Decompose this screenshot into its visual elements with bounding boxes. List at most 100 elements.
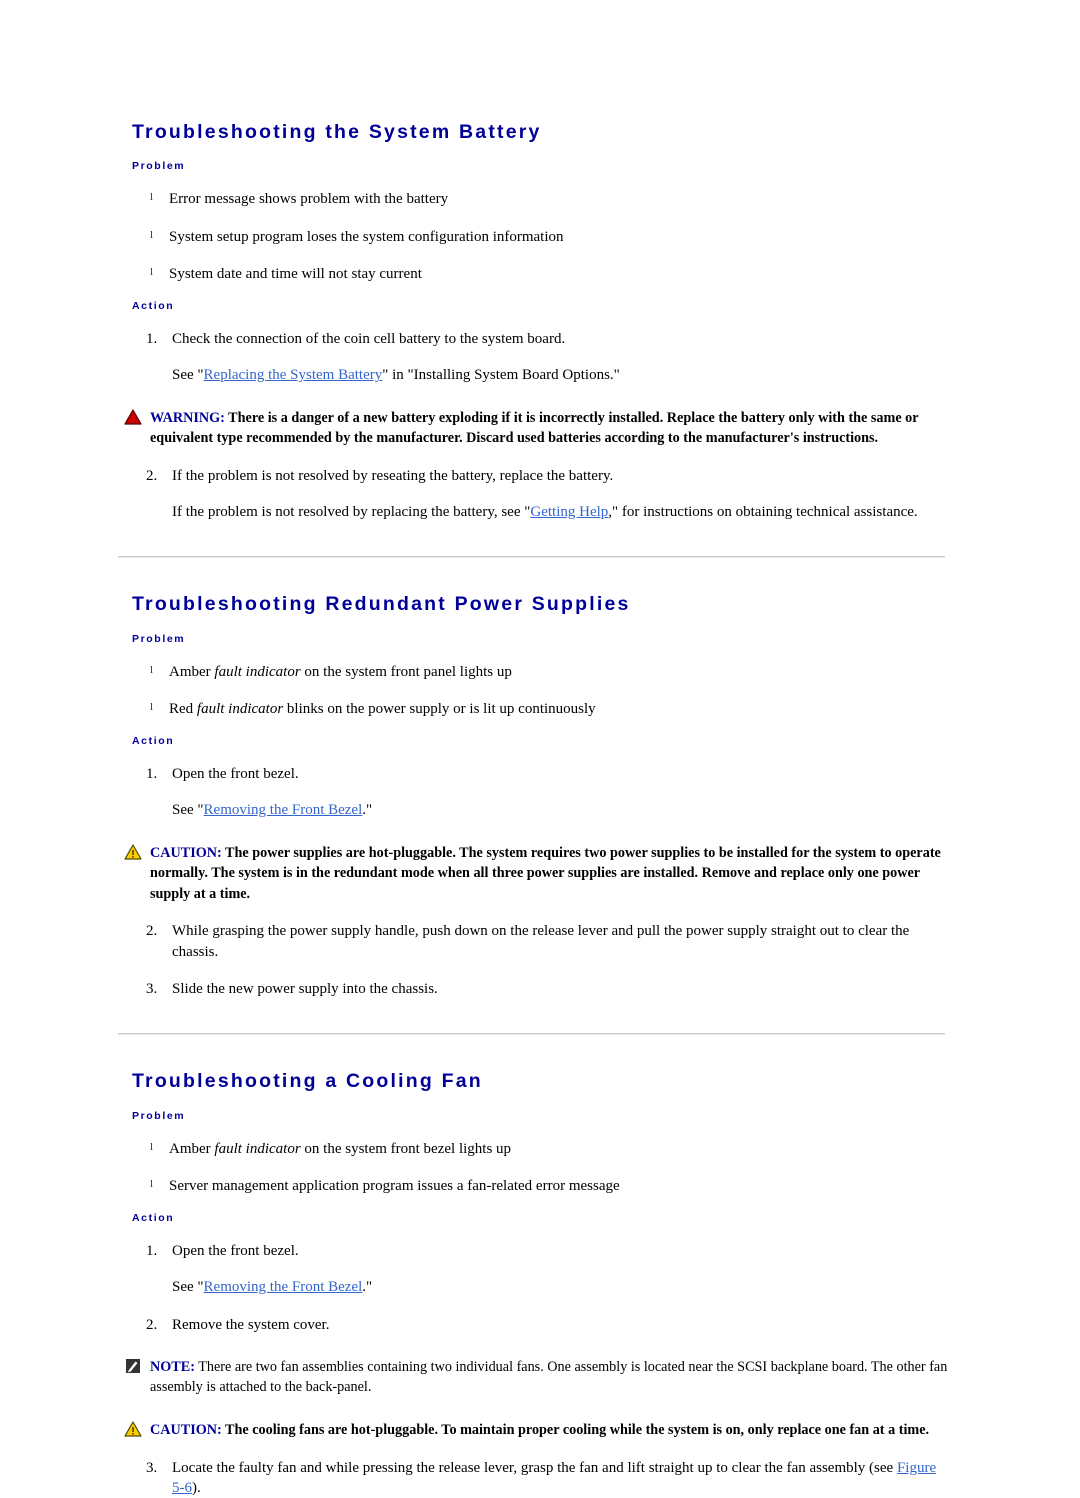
list-item-text-post: on the system front bezel lights up bbox=[300, 1140, 512, 1157]
list-item-text-post: ). bbox=[192, 1479, 201, 1496]
list-item: 1. Open the front bezel. bbox=[118, 1241, 948, 1261]
cross-reference: If the problem is not resolved by replac… bbox=[118, 502, 948, 522]
bullet-tick-icon: l bbox=[150, 663, 154, 676]
cross-reference-suffix: ." bbox=[362, 802, 373, 819]
cross-reference-prefix: See " bbox=[172, 802, 204, 819]
problem-list: l Amber fault indicator on the system fr… bbox=[118, 662, 948, 720]
list-item-text: Open the front bezel. bbox=[172, 766, 299, 783]
page-title-redundant-power-supplies: Troubleshooting Redundant Power Supplies bbox=[132, 593, 631, 616]
list-item-text: System setup program loses the system co… bbox=[169, 228, 564, 245]
link-replacing-the-system-battery[interactable]: Replacing the System Battery bbox=[204, 367, 383, 383]
list-item: l Red fault indicator blinks on the powe… bbox=[118, 699, 948, 719]
subheading-action: Action bbox=[132, 300, 175, 313]
action-list: 1. Open the front bezel. bbox=[118, 764, 948, 784]
problem-list: l Amber fault indicator on the system fr… bbox=[118, 1139, 948, 1197]
cross-reference-suffix: " in "Installing System Board Options." bbox=[382, 367, 620, 384]
list-item-number: 1. bbox=[146, 766, 158, 783]
list-item-number: 3. bbox=[146, 980, 158, 997]
list-item: 2. If the problem is not resolved by res… bbox=[118, 466, 948, 486]
action-list-continued: 3. Locate the faulty fan and while press… bbox=[118, 1458, 948, 1498]
list-item-text-pre: Red bbox=[169, 700, 197, 717]
action-list: 1. Check the connection of the coin cell… bbox=[118, 329, 948, 349]
list-item-text-pre: Server management application program is… bbox=[169, 1177, 620, 1194]
list-item-number: 1. bbox=[146, 1243, 158, 1260]
caution-admonition: CAUTION: The cooling fans are hot-plugga… bbox=[118, 1420, 948, 1441]
warning-text: There is a danger of a new battery explo… bbox=[150, 409, 919, 447]
section-divider bbox=[118, 556, 945, 559]
list-item-text: Slide the new power supply into the chas… bbox=[172, 980, 438, 997]
list-item: l System date and time will not stay cur… bbox=[118, 264, 948, 284]
list-item-text: System date and time will not stay curre… bbox=[169, 265, 422, 282]
cross-reference-prefix: If the problem is not resolved by replac… bbox=[172, 504, 531, 521]
cross-reference: See "Removing the Front Bezel." bbox=[118, 800, 948, 820]
bullet-tick-icon: l bbox=[150, 1177, 154, 1190]
list-item: 3. Locate the faulty fan and while press… bbox=[118, 1458, 948, 1498]
list-item-number: 2. bbox=[146, 467, 158, 484]
list-item-number: 1. bbox=[146, 331, 158, 348]
list-item: l Error message shows problem with the b… bbox=[118, 189, 948, 209]
list-item-text: Open the front bezel. bbox=[172, 1243, 299, 1260]
list-item-number: 3. bbox=[146, 1459, 158, 1476]
list-item-text-post: on the system front panel lights up bbox=[300, 663, 512, 680]
list-item-text: If the problem is not resolved by reseat… bbox=[172, 467, 614, 484]
bullet-tick-icon: l bbox=[150, 265, 154, 278]
list-item: 1. Open the front bezel. bbox=[118, 764, 948, 784]
section-system-battery: Troubleshooting the System Battery Probl… bbox=[118, 120, 948, 522]
note-pencil-icon bbox=[124, 1358, 142, 1374]
list-item: l Server management application program … bbox=[118, 1176, 948, 1196]
bullet-tick-icon: l bbox=[150, 700, 154, 713]
list-item-text-post: blinks on the power supply or is lit up … bbox=[283, 700, 596, 717]
link-removing-the-front-bezel[interactable]: Removing the Front Bezel bbox=[204, 1279, 363, 1295]
bullet-tick-icon: l bbox=[150, 1140, 154, 1153]
list-item-text-pre: Amber bbox=[169, 663, 215, 680]
list-item: 2. Remove the system cover. bbox=[118, 1315, 948, 1335]
action-list-continued: 2. If the problem is not resolved by res… bbox=[118, 466, 948, 486]
warning-admonition: WARNING: There is a danger of a new batt… bbox=[118, 408, 948, 449]
page-title-cooling-fan: Troubleshooting a Cooling Fan bbox=[132, 1070, 483, 1093]
caution-label: CAUTION: bbox=[150, 844, 222, 861]
subheading-problem: Problem bbox=[132, 632, 186, 645]
page-title-system-battery: Troubleshooting the System Battery bbox=[132, 121, 542, 143]
cross-reference-suffix: ," for instructions on obtaining technic… bbox=[608, 504, 918, 521]
caution-triangle-icon bbox=[124, 844, 142, 860]
list-item-text-pre: Amber bbox=[169, 1140, 215, 1157]
action-list-continued: 2. Remove the system cover. bbox=[118, 1315, 948, 1335]
caution-triangle-icon bbox=[124, 1421, 142, 1437]
link-removing-the-front-bezel[interactable]: Removing the Front Bezel bbox=[204, 802, 363, 818]
cross-reference: See "Replacing the System Battery" in "I… bbox=[118, 365, 948, 385]
bullet-tick-icon: l bbox=[150, 191, 154, 204]
section-cooling-fan: Troubleshooting a Cooling Fan Problem l … bbox=[118, 1069, 948, 1498]
note-admonition: NOTE: There are two fan assemblies conta… bbox=[118, 1357, 948, 1398]
section-redundant-power-supplies: Troubleshooting Redundant Power Supplies… bbox=[118, 592, 948, 999]
problem-list: l Error message shows problem with the b… bbox=[118, 189, 948, 284]
warning-triangle-icon bbox=[124, 409, 142, 425]
list-item-text-emphasis: fault indicator bbox=[196, 700, 284, 717]
list-item-text: Error message shows problem with the bat… bbox=[169, 191, 449, 208]
subheading-problem: Problem bbox=[132, 1109, 186, 1122]
list-item-text: Check the connection of the coin cell ba… bbox=[172, 331, 566, 348]
caution-text: The cooling fans are hot-pluggable. To m… bbox=[221, 1422, 930, 1439]
list-item-number: 2. bbox=[146, 1316, 158, 1333]
list-item: 1. Check the connection of the coin cell… bbox=[118, 329, 948, 349]
cross-reference-suffix: ." bbox=[362, 1279, 373, 1296]
list-item: 2. While grasping the power supply handl… bbox=[118, 921, 948, 962]
caution-admonition: CAUTION: The power supplies are hot-plug… bbox=[118, 843, 948, 905]
list-item: l Amber fault indicator on the system fr… bbox=[118, 662, 948, 682]
cross-reference-prefix: See " bbox=[172, 1279, 204, 1296]
list-item-text-pre: Locate the faulty fan and while pressing… bbox=[172, 1459, 897, 1476]
caution-text: The power supplies are hot-pluggable. Th… bbox=[150, 844, 941, 902]
subheading-action: Action bbox=[132, 1212, 175, 1225]
warning-label: WARNING: bbox=[150, 409, 225, 426]
link-getting-help[interactable]: Getting Help bbox=[530, 504, 608, 520]
document-content: Troubleshooting the System Battery Probl… bbox=[118, 120, 948, 1498]
list-item-text: While grasping the power supply handle, … bbox=[172, 923, 910, 960]
note-text: There are two fan assemblies containing … bbox=[150, 1358, 948, 1396]
list-item: l System setup program loses the system … bbox=[118, 227, 948, 247]
subheading-problem: Problem bbox=[132, 160, 186, 173]
bullet-tick-icon: l bbox=[150, 228, 154, 241]
list-item-text: Remove the system cover. bbox=[172, 1316, 330, 1333]
caution-label: CAUTION: bbox=[150, 1422, 222, 1439]
list-item: 3. Slide the new power supply into the c… bbox=[118, 979, 948, 999]
cross-reference: See "Removing the Front Bezel." bbox=[118, 1277, 948, 1297]
list-item-number: 2. bbox=[146, 923, 158, 940]
